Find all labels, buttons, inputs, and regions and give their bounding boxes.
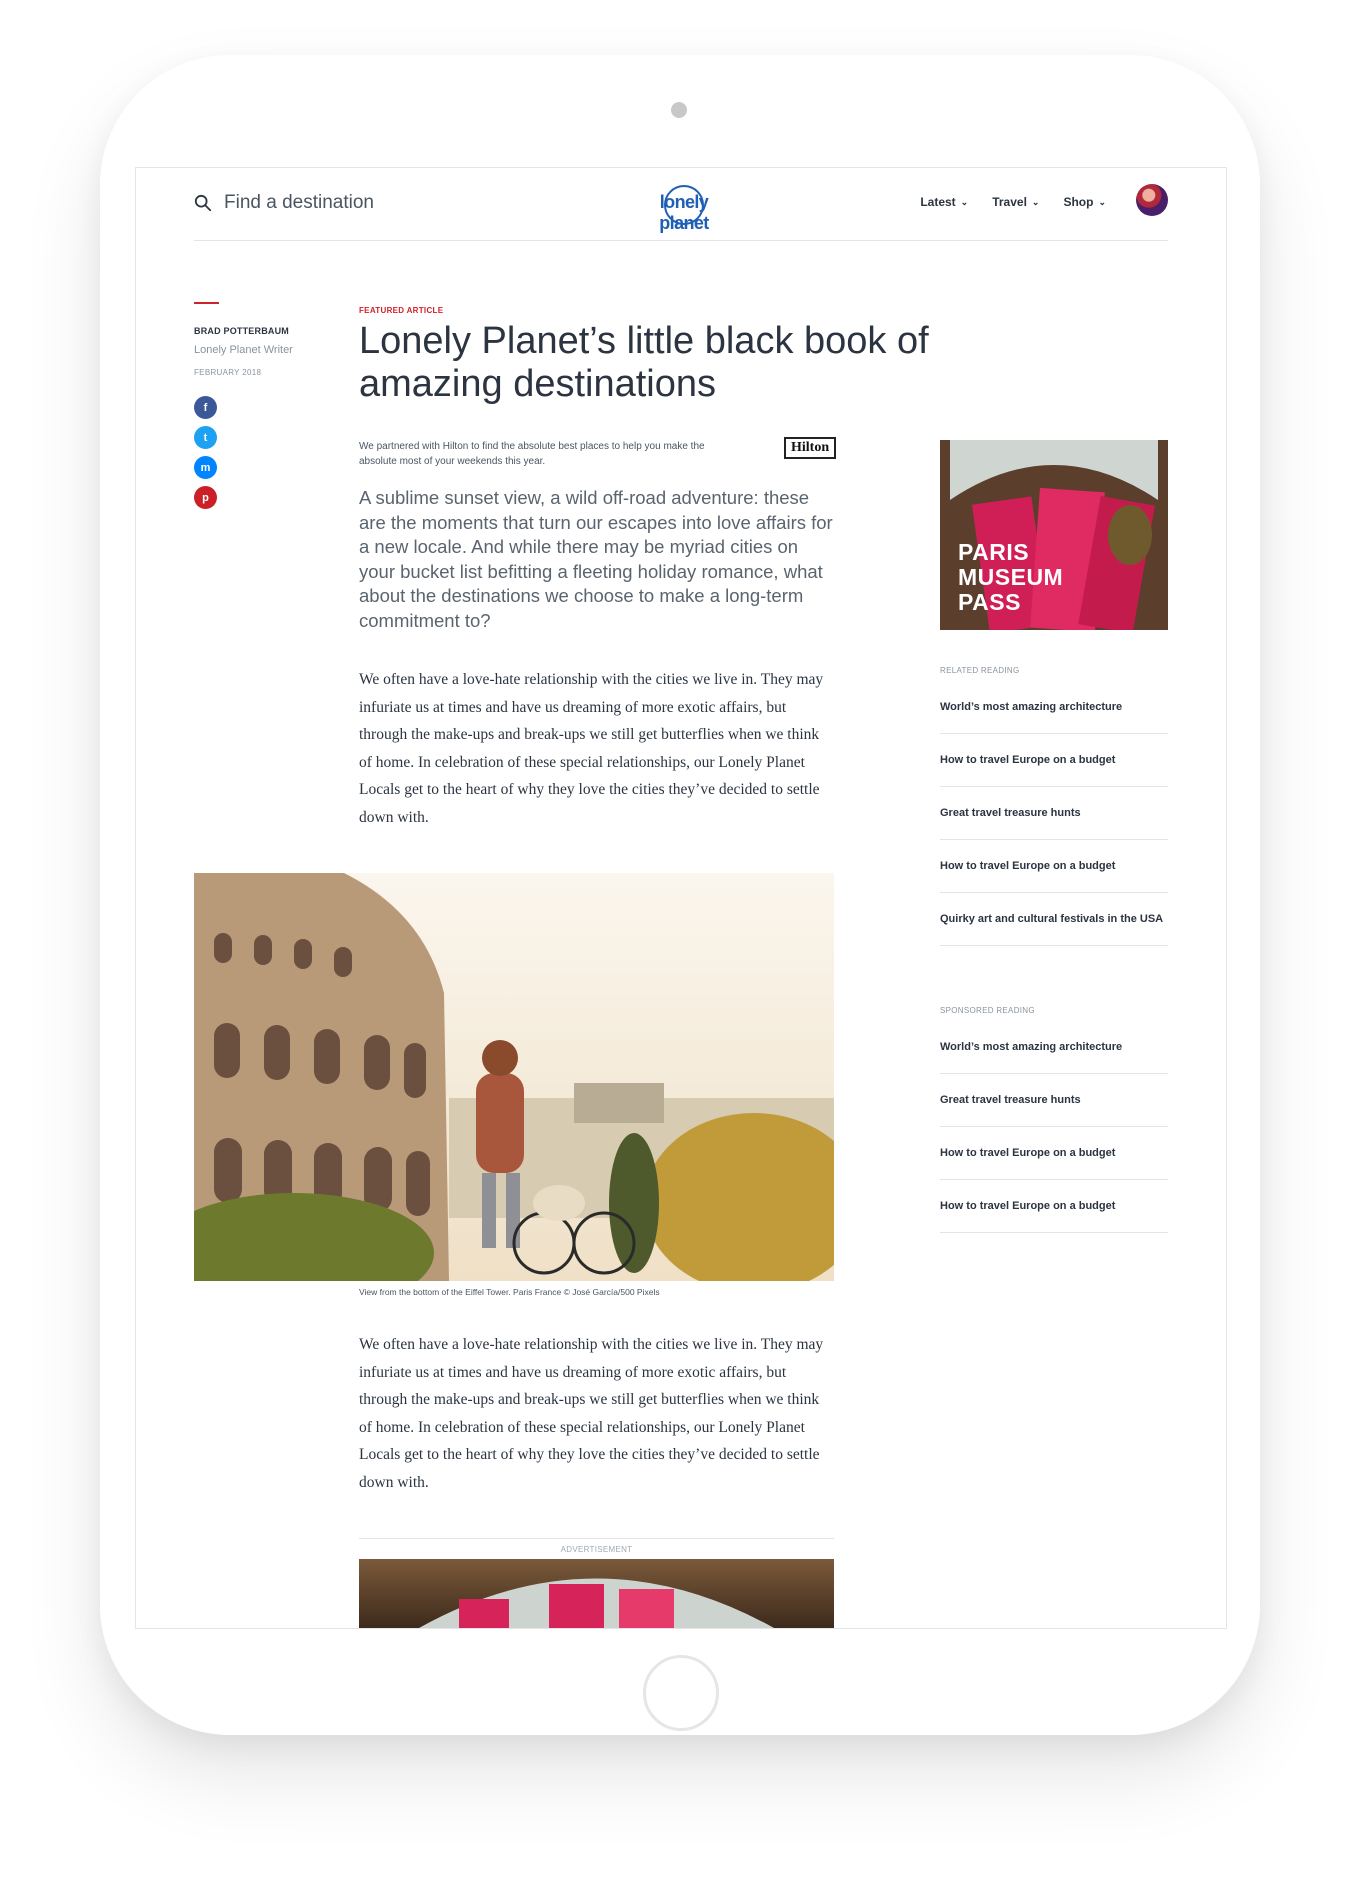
article-title: Lonely Planet’s little black book of ama… (359, 320, 929, 405)
list-item[interactable]: Quirky art and cultural festivals in the… (940, 893, 1168, 946)
nav-travel[interactable]: Travel ⌄ (992, 195, 1039, 209)
sponsor-note: We partnered with Hilton to find the abs… (359, 441, 705, 467)
article-body-paragraph: We often have a love-hate relationship w… (359, 671, 824, 826)
sponsored-reading-label: SPONSORED READING (940, 1006, 1035, 1015)
chevron-down-icon: ⌄ (1098, 196, 1106, 207)
search-box[interactable]: Find a destination (194, 192, 374, 214)
list-item[interactable]: How to travel Europe on a budget (940, 1180, 1168, 1233)
nav-shop[interactable]: Shop ⌄ (1063, 195, 1106, 209)
camera (671, 102, 687, 118)
twitter-glyph: t (203, 431, 208, 444)
ad-banner-art (419, 1578, 774, 1628)
sponsored-reading-list: World’s most amazing architecture Great … (940, 1021, 1168, 1233)
hilton-logo[interactable]: Hilton (784, 437, 837, 459)
publish-date: FEBRUARY 2018 (194, 368, 262, 377)
facebook-icon[interactable]: f (194, 396, 217, 419)
search-icon (194, 194, 212, 212)
article-body-paragraph: We often have a love-hate relationship w… (359, 1336, 824, 1491)
nav-shop-label: Shop (1063, 195, 1094, 209)
image-caption: View from the bottom of the Eiffel Tower… (359, 1287, 660, 1297)
list-item[interactable]: World’s most amazing architecture (940, 1021, 1168, 1074)
list-item[interactable]: Great travel treasure hunts (940, 1074, 1168, 1127)
chevron-down-icon: ⌄ (960, 196, 969, 207)
article-lede: A sublime sunset view, a wild off-road a… (359, 487, 833, 631)
twitter-icon[interactable]: t (194, 426, 217, 449)
author-name[interactable]: BRAD POTTERBAUM (194, 326, 289, 336)
messenger-glyph: m (200, 461, 211, 474)
avatar[interactable] (1136, 184, 1168, 216)
list-item[interactable]: World’s most amazing architecture (940, 681, 1168, 734)
author-role: Lonely Planet Writer (194, 344, 293, 356)
colosseum-photo (194, 873, 834, 1281)
site-header: Find a destination lonely planet Latest … (194, 168, 1168, 241)
tablet-device: Find a destination lonely planet Latest … (100, 55, 1260, 1735)
list-item[interactable]: How to travel Europe on a budget (940, 1127, 1168, 1180)
logo-text: lonely planet (659, 192, 709, 233)
list-item[interactable]: How to travel Europe on a budget (940, 840, 1168, 893)
pinterest-icon[interactable]: p (194, 486, 217, 509)
chevron-down-icon: ⌄ (1031, 196, 1040, 207)
paris-museum-pass-ad[interactable]: PARIS MUSEUM PASS (940, 440, 1168, 630)
advertisement-banner[interactable] (359, 1559, 834, 1628)
hero-image (194, 873, 834, 1281)
nav-latest-label: Latest (920, 195, 956, 209)
related-reading-list: World’s most amazing architecture How to… (940, 681, 1168, 946)
facebook-glyph: f (203, 401, 208, 414)
home-button[interactable] (643, 1655, 719, 1731)
ad-title: PARIS MUSEUM PASS (958, 539, 1064, 615)
pinterest-glyph: p (202, 491, 209, 504)
nav-travel-label: Travel (992, 195, 1027, 209)
messenger-icon[interactable]: m (194, 456, 217, 479)
list-item[interactable]: How to travel Europe on a budget (940, 734, 1168, 787)
lonely-planet-logo[interactable]: lonely planet (634, 182, 734, 233)
main-nav: Latest ⌄ Travel ⌄ Shop ⌄ (920, 195, 1106, 209)
list-item[interactable]: Great travel treasure hunts (940, 787, 1168, 840)
nav-latest[interactable]: Latest ⌄ (920, 195, 968, 209)
accent-line (194, 302, 219, 304)
related-reading-label: RELATED READING (940, 666, 1020, 675)
search-placeholder: Find a destination (224, 192, 374, 213)
divider (359, 1538, 834, 1539)
advertisement-label: ADVERTISEMENT (560, 1545, 633, 1554)
screen: Find a destination lonely planet Latest … (135, 167, 1227, 1629)
article-kicker: FEATURED ARTICLE (359, 306, 444, 315)
